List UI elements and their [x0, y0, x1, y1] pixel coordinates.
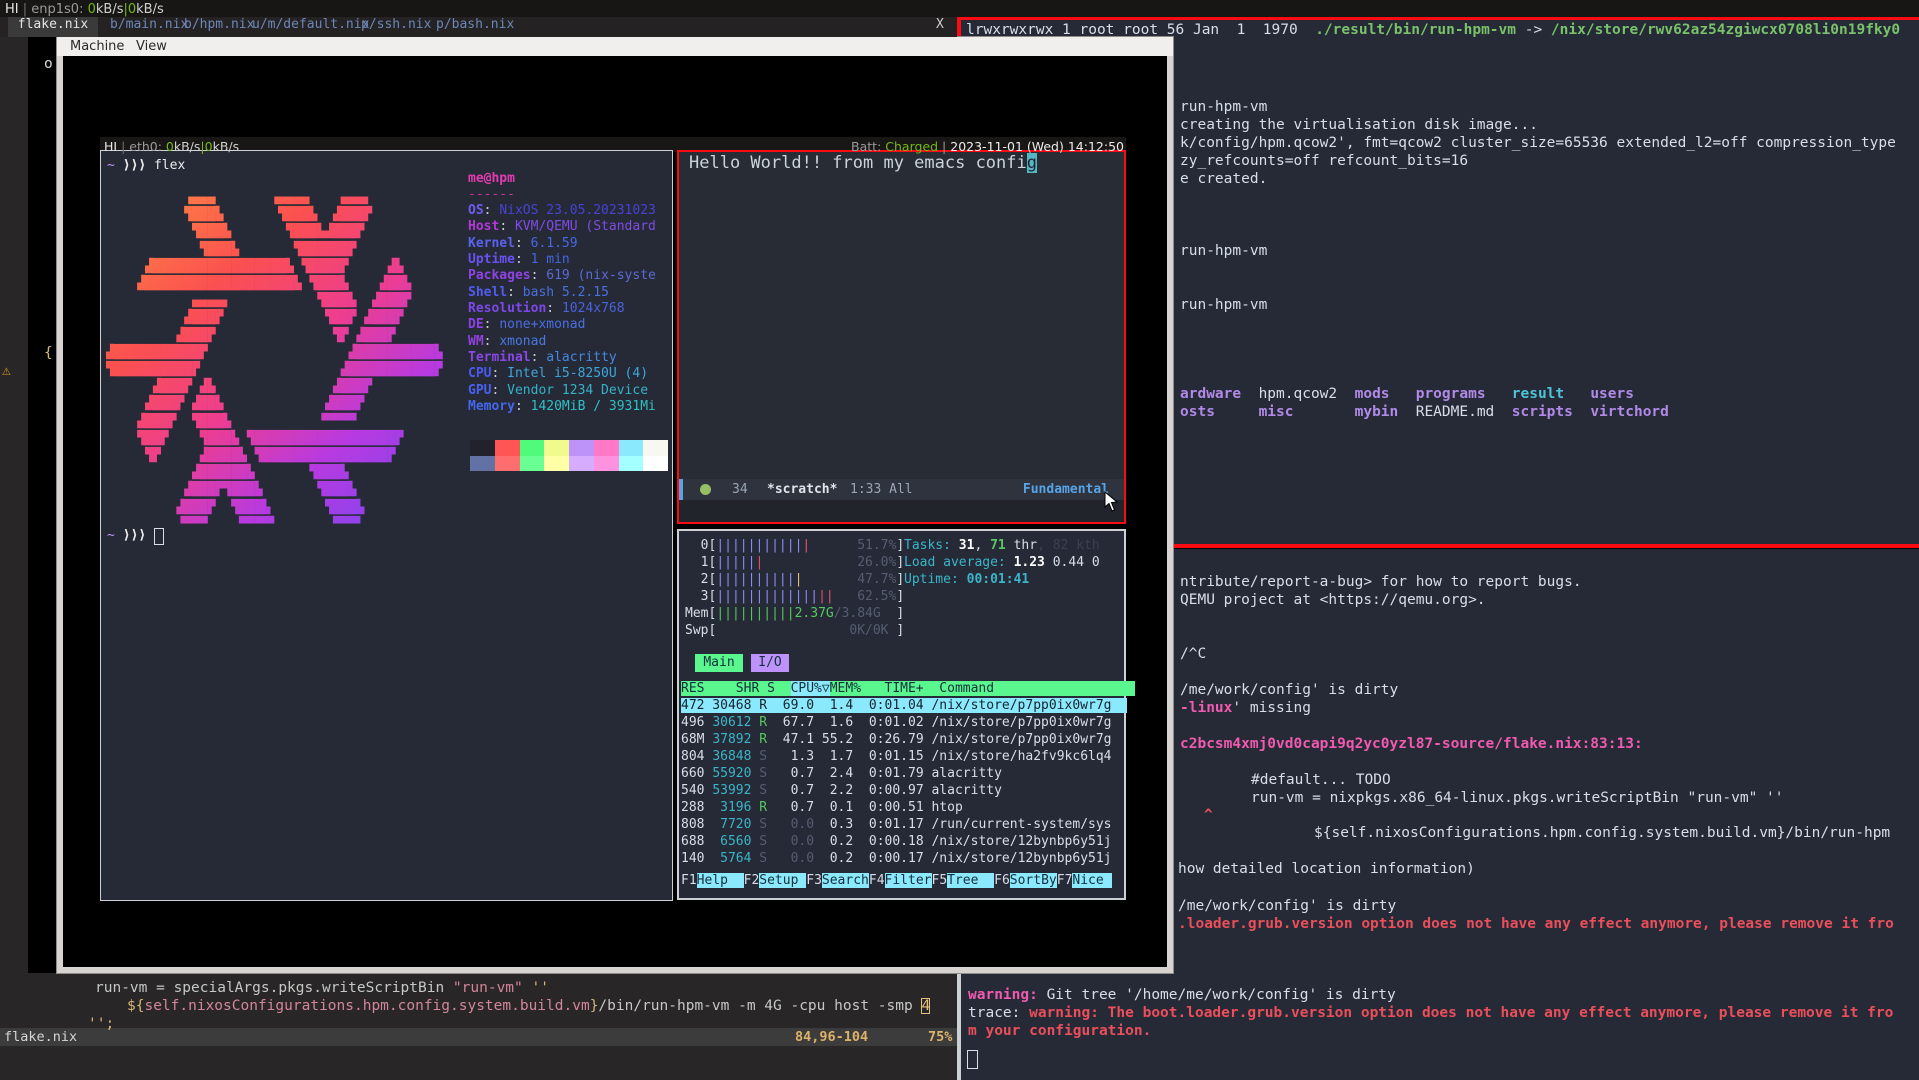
desktop: flake.nix 84,96-104 75% o{⚠run-vm = spec…: [0, 0, 1919, 1080]
vim-status-filename: flake.nix: [4, 1028, 77, 1046]
text-seg: enp1s0:: [31, 2, 87, 17]
tab-u-m-default-nix[interactable]: u/m/default.nix: [252, 17, 369, 37]
terminal-cursor: [967, 1050, 978, 1069]
close-icon[interactable]: X: [936, 17, 944, 37]
tab-flake-nix[interactable]: flake.nix: [8, 17, 98, 37]
tab-b-main-nix[interactable]: b/main.nix: [110, 17, 188, 37]
text-seg: HI: [5, 2, 23, 17]
vim-status-position: 84,96-104: [795, 1028, 868, 1046]
text-seg: 0: [128, 2, 136, 17]
tab-p-bash-nix[interactable]: p/bash.nix: [436, 17, 514, 37]
vim-statusline: flake.nix 84,96-104 75%: [0, 1028, 957, 1046]
text-seg: 0: [88, 2, 96, 17]
menu-view[interactable]: View: [136, 37, 167, 56]
text-seg: |: [23, 2, 32, 17]
host-statusbar: HI | enp1s0: 0kB/s|0kB/s: [0, 0, 1919, 17]
tab-b-hpm-nix[interactable]: b/hpm.nix: [184, 17, 254, 37]
text-seg: kB/s: [136, 2, 164, 17]
editor-tab-bar: X flake.nix b/main.nixb/hpm.nixu/m/defaul…: [0, 17, 957, 37]
qemu-vm-window[interactable]: [57, 37, 1173, 973]
mouse-pointer-icon: [1104, 491, 1118, 512]
qemu-menubar: Machine View: [57, 37, 1173, 56]
tab-p-ssh-nix[interactable]: p/ssh.nix: [361, 17, 431, 37]
vim-status-percent: 75%: [928, 1028, 952, 1046]
text-seg: kB/s: [96, 2, 124, 17]
menu-machine[interactable]: Machine: [70, 37, 124, 56]
